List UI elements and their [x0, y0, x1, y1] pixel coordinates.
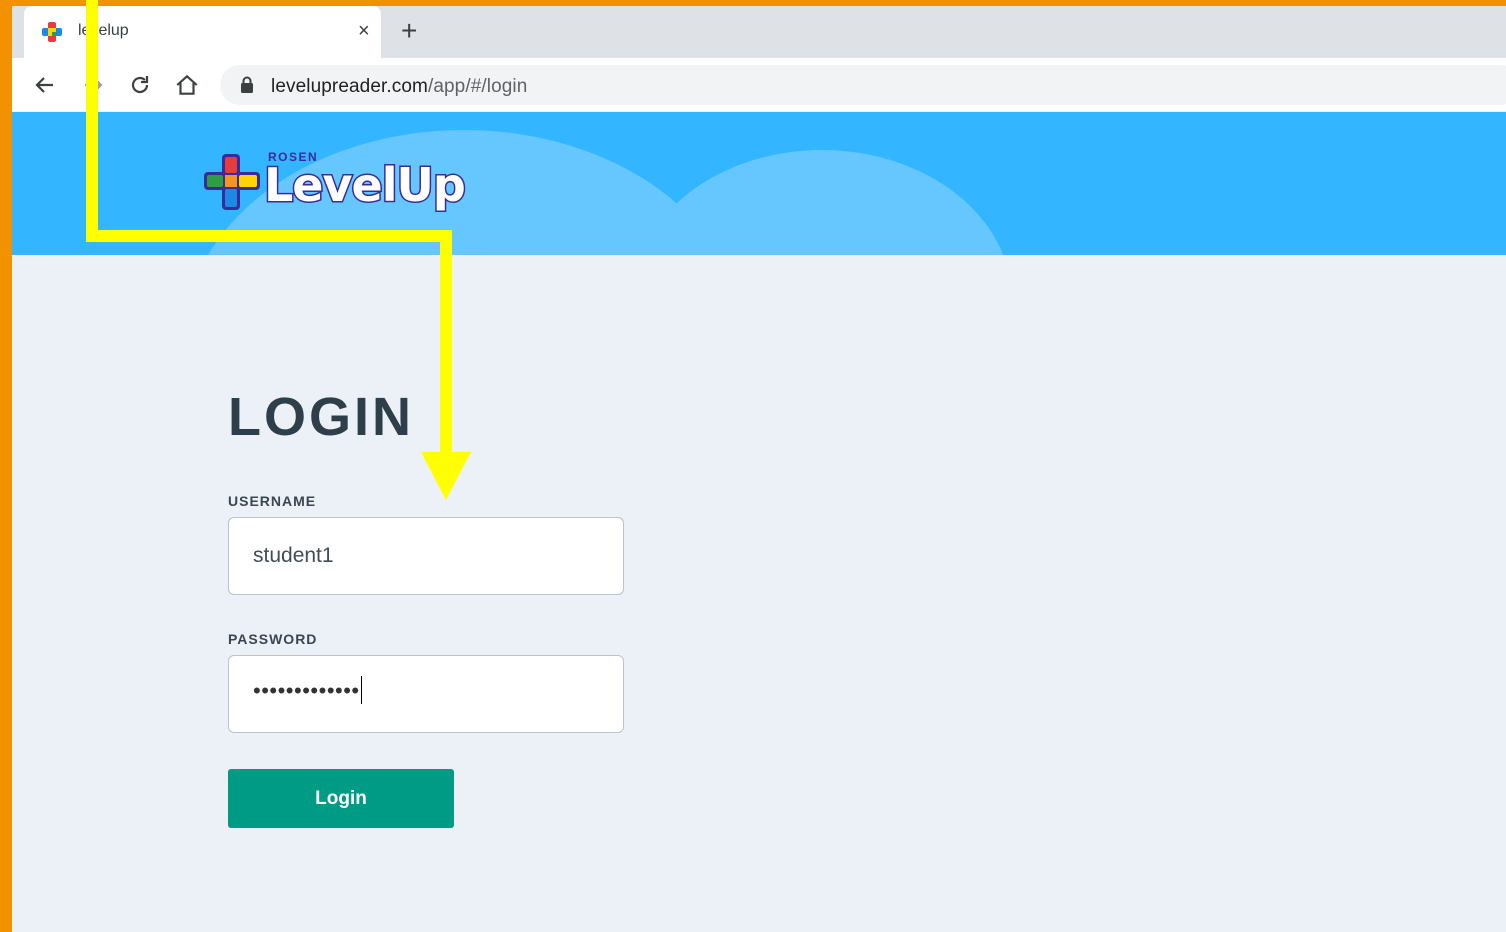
logo-wordmark: LevelUp: [263, 157, 468, 214]
browser-toolbar: levelupreader.com/app/#/login: [12, 58, 1506, 111]
tab-title: levelup: [78, 22, 129, 39]
url-path: /app/#/login: [427, 76, 528, 97]
levelup-favicon-icon: [42, 22, 62, 42]
password-value: •••••••••••••: [253, 676, 363, 705]
plus-icon[interactable]: +: [401, 16, 417, 46]
reload-icon: [131, 76, 149, 94]
username-value: student1: [253, 544, 334, 567]
cloud-decoration: [632, 150, 1012, 255]
lock-icon[interactable]: [240, 76, 254, 94]
username-input[interactable]: student1: [228, 517, 624, 595]
home-icon: [176, 74, 198, 95]
browser-tab[interactable]: levelup ×: [24, 6, 381, 58]
home-button[interactable]: [172, 70, 202, 100]
logo-cross-icon: [204, 154, 260, 210]
back-button[interactable]: [30, 70, 60, 100]
url-text: levelupreader.com/app/#/login: [271, 76, 527, 98]
site-header: ROSEN LevelUp: [12, 112, 1506, 255]
browser-window: levelup × + levelupreader.com/app/#/logi…: [12, 6, 1506, 932]
text-caret: [360, 676, 363, 705]
forward-arrow-icon: [85, 77, 103, 93]
address-bar[interactable]: levelupreader.com/app/#/login: [220, 65, 1506, 105]
login-button[interactable]: Login: [228, 769, 454, 828]
forward-button[interactable]: [78, 70, 108, 100]
reload-button[interactable]: [125, 70, 155, 100]
url-host: levelupreader.com: [271, 76, 428, 97]
password-input[interactable]: •••••••••••••: [228, 655, 624, 733]
tab-strip: levelup × +: [12, 6, 1506, 58]
username-label: USERNAME: [228, 493, 317, 509]
password-mask: •••••••••••••: [253, 678, 360, 703]
back-arrow-icon: [35, 77, 53, 93]
password-label: PASSWORD: [228, 631, 318, 647]
page-title: LOGIN: [228, 387, 414, 447]
close-icon[interactable]: ×: [358, 19, 370, 43]
